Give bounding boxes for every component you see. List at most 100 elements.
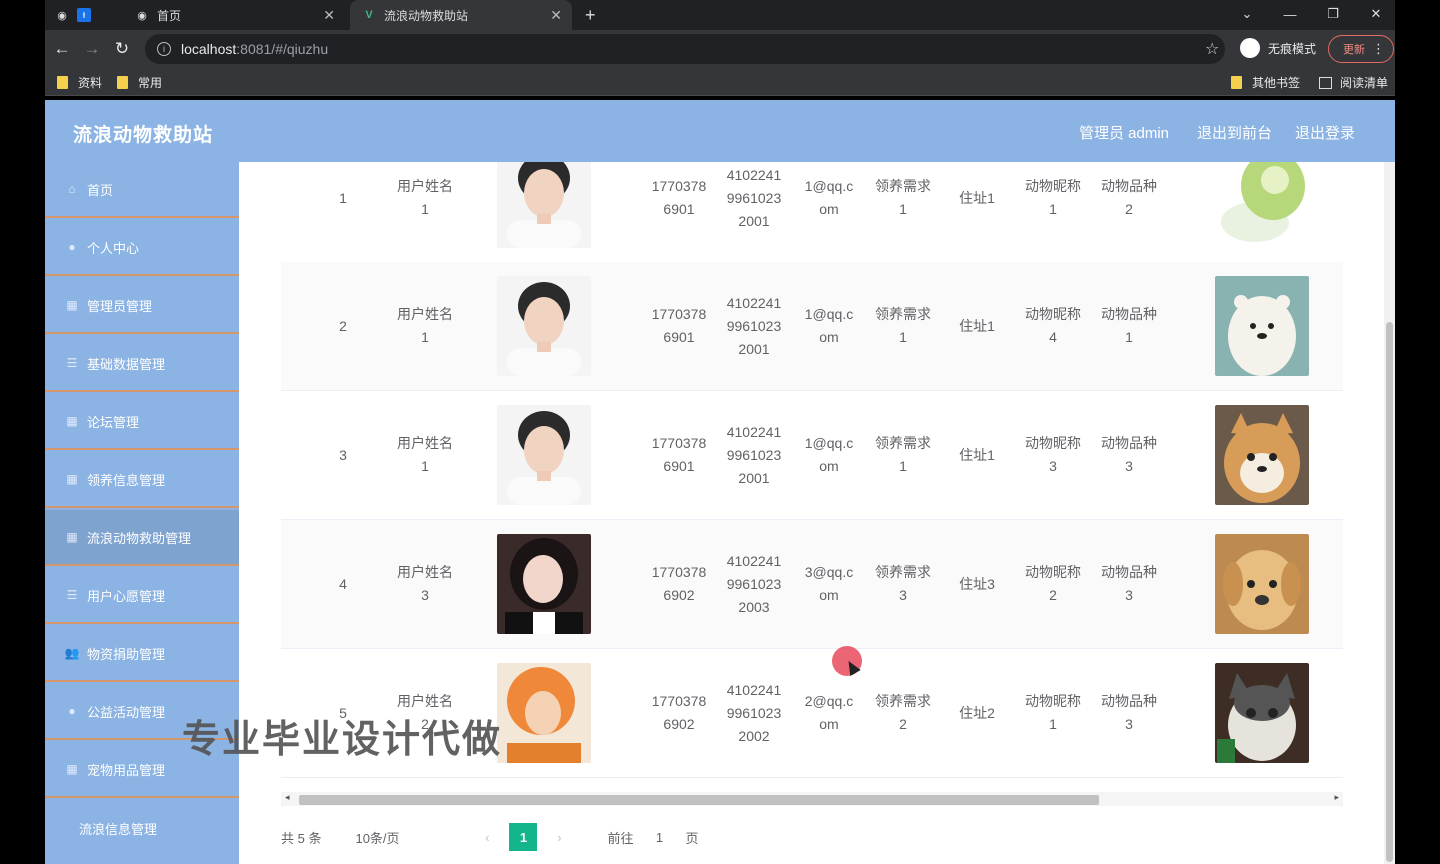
reading-list[interactable]: 阅读清单 (1319, 74, 1388, 91)
sidebar-item-forum[interactable]: ▦ 论坛管理 (45, 394, 239, 450)
cell-idcard: 4102241 9961023 2003 (726, 552, 782, 615)
sidebar-item-wishes[interactable]: ☰ 用户心愿管理 (45, 568, 239, 624)
cell-phone: 1770378 6902 (651, 564, 707, 603)
bookmark-label: 其他书签 (1252, 76, 1301, 90)
grid-icon: ▦ (66, 530, 78, 544)
sidebar-item-admins[interactable]: ▦ 管理员管理 (45, 278, 239, 334)
cell-idcard: 4102241 9961023 2001 (726, 166, 782, 229)
cell-address: 住址3 (959, 575, 995, 592)
cell-address: 住址1 (959, 446, 995, 463)
animal-photo (1215, 162, 1309, 248)
reload-button[interactable]: ↻ (109, 36, 135, 62)
forward-button[interactable]: → (79, 36, 105, 62)
cell-idcard: 4102241 9961023 2001 (726, 294, 782, 357)
goto-page-input[interactable]: 1 (639, 823, 679, 851)
list-icon: ☰ (66, 588, 78, 602)
table-row: 3 用户姓名 1 1770378 6901 4102241 9961023 2001 1… (281, 391, 1343, 520)
cell-idcard: 4102241 9961023 2001 (726, 423, 782, 486)
sidebar-item-donations[interactable]: 👥 物资捐助管理 (45, 626, 239, 682)
sidebar-item-adoption[interactable]: ▦ 领养信息管理 (45, 452, 239, 508)
cell-email: 1@qq.c om (804, 306, 854, 345)
other-bookmarks[interactable]: 其他书签 (1231, 74, 1300, 91)
user-icon: ● (68, 240, 76, 254)
update-label: 更新 (1343, 44, 1365, 56)
folder-icon (57, 76, 68, 89)
page-size-select[interactable]: 10条/页 (343, 823, 433, 851)
admin-user-link[interactable]: 管理员 admin (1079, 122, 1169, 143)
animal-photo (1215, 276, 1309, 376)
logout-link[interactable]: 退出登录 (1295, 122, 1355, 143)
tab-current[interactable]: V 流浪动物救助站 ✕ (350, 0, 572, 30)
app-title: 流浪动物救助站 (73, 125, 214, 146)
info-icon[interactable]: i (157, 42, 171, 56)
scrollbar-thumb[interactable] (1386, 322, 1393, 862)
sidebar-item-profile[interactable]: ● 个人中心 (45, 220, 239, 276)
close-window-button[interactable]: ✕ (1356, 0, 1396, 28)
pagination: 共 5 条 10条/页 ‹ 1 › 前往 1 页 (281, 822, 981, 852)
cell-need: 领养需求 1 (875, 435, 931, 474)
bookmark-star-icon[interactable]: ☆ (1205, 39, 1219, 59)
back-button[interactable]: ← (49, 36, 75, 62)
tab-search-icon[interactable]: ⌄ (1227, 0, 1267, 28)
vue-icon: V (365, 9, 373, 21)
horizontal-scrollbar[interactable]: ◂ ▸ (281, 792, 1343, 806)
prev-page-button[interactable]: ‹ (473, 823, 501, 851)
new-tab-button[interactable]: + (585, 0, 605, 30)
incognito-label: 无痕模式 (1268, 41, 1317, 56)
animal-photo (1215, 663, 1309, 763)
tab-label: 流浪动物救助站 (384, 8, 469, 23)
cell-address: 住址2 (959, 704, 995, 721)
update-button[interactable]: 更新 ⋮ (1328, 35, 1394, 63)
table-row: 1 用户姓名 1 1770378 6901 4102241 9961023 2001 1… (281, 162, 1343, 263)
sidebar-item-home[interactable]: ⌂ 首页 (45, 162, 239, 218)
cell-index: 1 (339, 189, 347, 206)
goto-label: 前往 (607, 830, 634, 846)
sidebar-item-label: 用户心愿管理 (87, 588, 166, 604)
home-icon: ⌂ (68, 182, 76, 196)
incognito-indicator[interactable]: 无痕模式 (1240, 38, 1316, 58)
grid-icon: ▦ (66, 298, 78, 312)
sidebar-item-rescue[interactable]: ▦ 流浪动物救助管理 (45, 510, 239, 566)
folder-icon (1231, 76, 1242, 89)
users-icon: 👥 (64, 646, 80, 660)
cell-breed: 动物品种 3 (1101, 435, 1157, 474)
url-host: localhost (181, 41, 237, 57)
page-1-button[interactable]: 1 (509, 823, 538, 851)
maximize-button[interactable]: ❐ (1313, 0, 1353, 28)
sidebar-item-strays[interactable]: 流浪信息管理 (45, 800, 239, 856)
folder-icon (117, 76, 128, 89)
sidebar-item-label: 领养信息管理 (87, 472, 166, 488)
cell-idcard: 4102241 9961023 2002 (726, 681, 782, 744)
cell-pet-name: 动物昵称 4 (1025, 306, 1081, 345)
cell-pet-name: 动物昵称 1 (1025, 178, 1081, 217)
bookmark-folder[interactable]: 常用 (117, 74, 162, 91)
vertical-scrollbar[interactable] (1384, 162, 1395, 864)
cell-index: 4 (339, 575, 347, 592)
tab-home[interactable]: ◉ 首页 ✕ (123, 0, 345, 30)
globe-icon: ◉ (137, 9, 147, 22)
user-photo (497, 405, 591, 505)
next-page-button[interactable]: › (545, 823, 573, 851)
close-tab-icon[interactable]: ✕ (550, 7, 562, 24)
total-count: 共 5 条 (281, 830, 322, 846)
url-bar[interactable]: i localhost :8081/#/qiuzhu (145, 34, 1225, 64)
bookmark-folder[interactable]: 资料 (57, 74, 102, 91)
cell-need: 领养需求 2 (875, 693, 931, 732)
front-page-link[interactable]: 退出到前台 (1197, 122, 1272, 143)
menu-dots-icon[interactable]: ⋮ (1372, 41, 1385, 57)
scrollbar-thumb[interactable] (299, 795, 1099, 805)
sidebar-item-label: 流浪信息管理 (79, 821, 158, 837)
sidebar-item-label: 物资捐助管理 (87, 646, 166, 662)
minimize-button[interactable]: — (1270, 0, 1310, 28)
bookmark-label: 阅读清单 (1340, 76, 1389, 90)
sidebar-item-basedata[interactable]: ☰ 基础数据管理 (45, 336, 239, 392)
cell-breed: 动物品种 1 (1101, 306, 1157, 345)
scroll-left-arrow-icon[interactable]: ◂ (285, 792, 290, 803)
cell-need: 领养需求 3 (875, 564, 931, 603)
bookmarks-bar: 资料 常用 其他书签 阅读清单 (45, 68, 1395, 96)
cell-need: 领养需求 1 (875, 178, 931, 217)
close-tab-icon[interactable]: ✕ (323, 7, 335, 24)
cell-breed: 动物品种 3 (1101, 693, 1157, 732)
browser-logo: ◉ ᵻ (55, 0, 115, 30)
scroll-right-arrow-icon[interactable]: ▸ (1334, 792, 1339, 803)
